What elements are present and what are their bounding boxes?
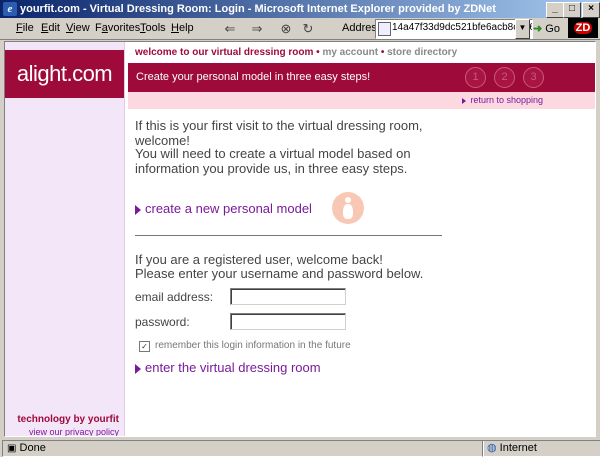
- address-dropdown-icon[interactable]: ▼: [515, 19, 530, 39]
- step-2-badge: 2: [494, 67, 515, 88]
- menu-favorites[interactable]: Favorites: [95, 22, 140, 34]
- menu-file[interactable]: File: [16, 22, 34, 34]
- status-panel: ▣ Done: [2, 440, 484, 457]
- section-divider: [135, 235, 442, 236]
- refresh-icon[interactable]: ↻: [300, 21, 316, 37]
- arrow-right-icon: [462, 97, 467, 104]
- globe-icon: ◍: [487, 442, 497, 454]
- go-arrow-icon: ➜: [533, 23, 543, 35]
- menu-edit[interactable]: Edit: [41, 22, 60, 34]
- banner-text: Create your personal model in three easy…: [136, 71, 371, 83]
- personal-model-icon[interactable]: [332, 192, 364, 224]
- stop-icon[interactable]: ⊗: [278, 21, 294, 37]
- close-button[interactable]: ×: [582, 2, 600, 18]
- menu-toolbar: File Edit View Favorites Tools Help ⇐ ⇒ …: [0, 18, 600, 40]
- privacy-policy-link[interactable]: view our privacy policy: [5, 427, 119, 436]
- address-value: 14a47f33d9dc521bfe6acb8c0064: [392, 22, 533, 33]
- nav-my-account[interactable]: my account: [322, 47, 378, 58]
- first-visit-text: You will need to create a virtual model …: [135, 146, 411, 176]
- first-visit-heading: If this is your first visit to the virtu…: [135, 118, 423, 148]
- window-title-bar[interactable]: e yourfit.com - Virtual Dressing Room: L…: [0, 0, 600, 18]
- step-3-badge: 3: [523, 67, 544, 88]
- remember-checkbox[interactable]: ✓: [139, 341, 150, 352]
- create-model-link[interactable]: create a new personal model: [135, 201, 312, 216]
- arrow-right-icon: [135, 204, 141, 215]
- forward-arrow-icon[interactable]: ⇒: [249, 21, 265, 37]
- minimize-button[interactable]: _: [546, 2, 564, 18]
- nav-welcome[interactable]: welcome to our virtual dressing room: [135, 47, 313, 58]
- ie-logo-icon: e: [3, 2, 17, 16]
- nav-separator: •: [316, 47, 320, 58]
- zdnet-logo: ZD: [568, 18, 598, 38]
- page-viewport: alight.com technology by yourfit view ou…: [4, 41, 596, 437]
- go-button[interactable]: ➜ Go: [533, 22, 560, 35]
- alight-logo[interactable]: alight.com: [5, 50, 124, 98]
- maximize-button[interactable]: □: [563, 2, 581, 18]
- password-field[interactable]: [230, 313, 346, 330]
- arrow-right-icon: [135, 363, 141, 374]
- menu-tools[interactable]: Tools: [140, 22, 166, 34]
- registered-heading: If you are a registered user, welcome ba…: [135, 252, 383, 267]
- step-1-badge: 1: [465, 67, 486, 88]
- status-bar: ▣ Done ◍ Internet: [0, 438, 600, 457]
- registered-text: Please enter your username and password …: [135, 266, 424, 281]
- menu-help[interactable]: Help: [171, 22, 194, 34]
- left-sidebar: alight.com technology by yourfit view ou…: [5, 42, 125, 436]
- menu-view[interactable]: View: [66, 22, 90, 34]
- password-label: password:: [135, 315, 190, 329]
- steps-banner: Create your personal model in three easy…: [128, 63, 595, 92]
- window-title: yourfit.com - Virtual Dressing Room: Log…: [20, 3, 496, 15]
- zone-panel: ◍ Internet: [482, 440, 600, 457]
- technology-credit: technology by yourfit: [17, 414, 119, 425]
- page-icon: [378, 22, 391, 36]
- back-arrow-icon[interactable]: ⇐: [222, 21, 238, 37]
- remember-label: remember this login information in the f…: [155, 340, 351, 351]
- nav-separator: •: [380, 47, 385, 58]
- email-label: email address:: [135, 290, 214, 304]
- enter-dressing-room-link[interactable]: enter the virtual dressing room: [135, 360, 321, 375]
- done-icon: ▣: [7, 443, 17, 454]
- return-bar: return to shopping: [128, 92, 595, 109]
- top-nav: welcome to our virtual dressing room • m…: [135, 47, 457, 58]
- address-input[interactable]: 14a47f33d9dc521bfe6acb8c0064: [375, 19, 533, 39]
- nav-store-directory[interactable]: store directory: [387, 47, 457, 58]
- email-field[interactable]: [230, 288, 346, 305]
- return-to-shopping-link[interactable]: return to shopping: [462, 95, 543, 105]
